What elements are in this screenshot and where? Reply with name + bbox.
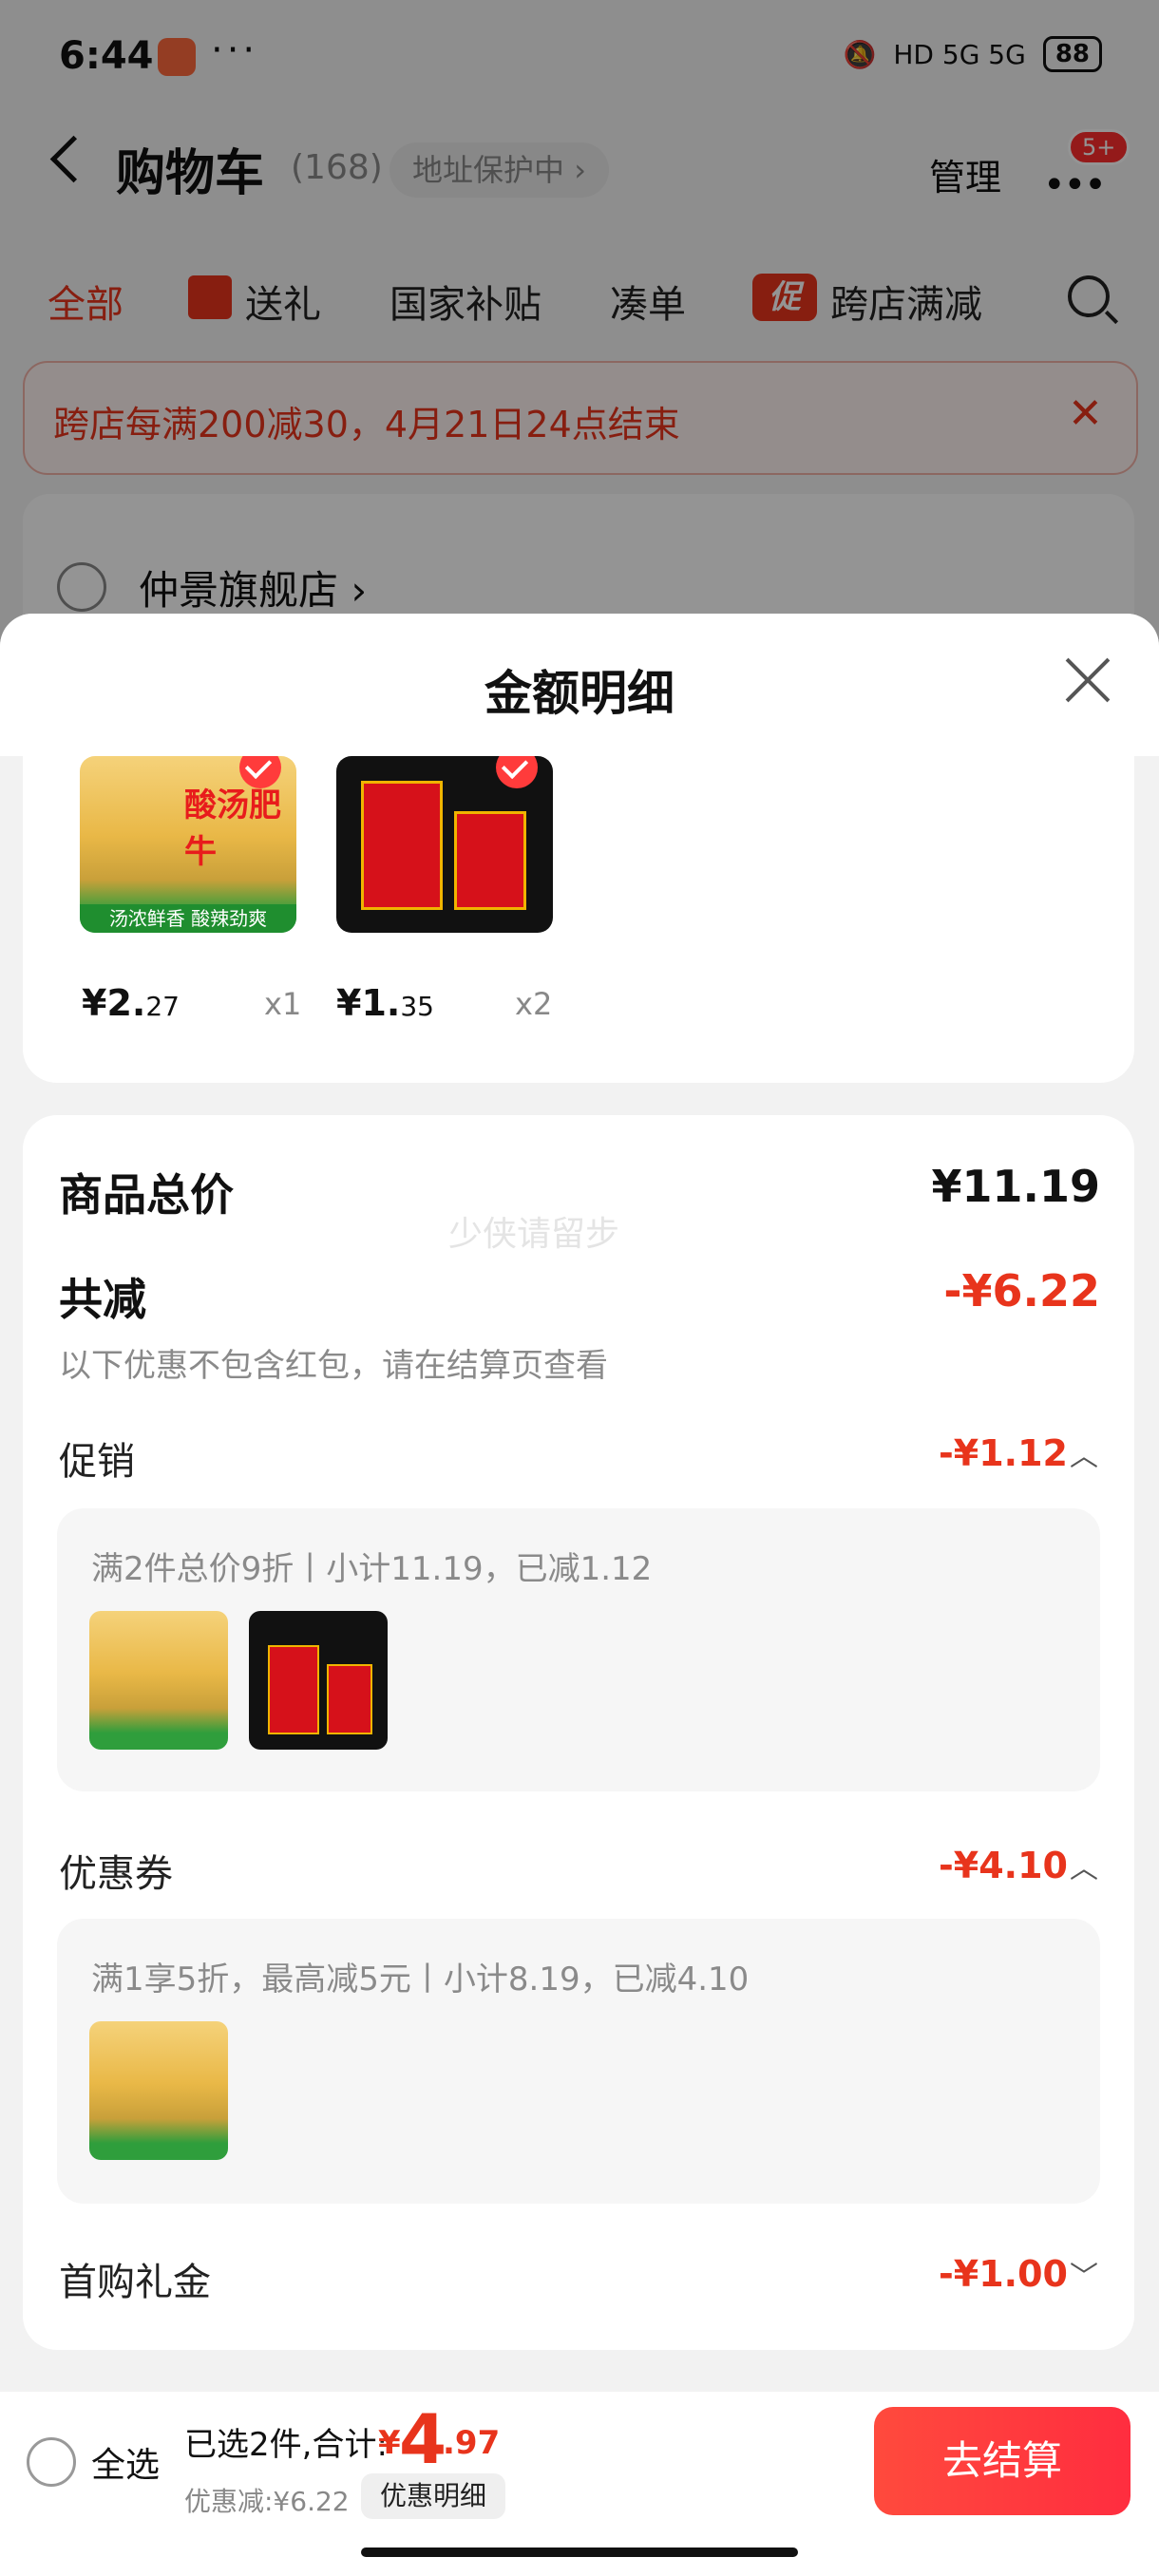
thumb-redpack [249, 1611, 388, 1750]
product-list-card: 酸汤肥牛 汤浓鲜香 酸辣劲爽 ¥2.27 x1 ¥1.35 x2 [23, 756, 1134, 1083]
coupon-label: 优惠券 [59, 1852, 173, 1896]
sheet-title: 金额明细 [484, 666, 674, 721]
promo-detail-box: 满2件总价9折丨小计11.19，已减1.12 [57, 1508, 1100, 1791]
product-image-label: 汤浓鲜香 酸辣劲爽 [80, 904, 296, 933]
first-gift-value: -¥1.00 [939, 2253, 1068, 2295]
promo-label: 促销 [59, 1440, 135, 1484]
thumb-soup [89, 2021, 228, 2160]
discount-detail-button[interactable]: 优惠明细 [361, 2473, 506, 2519]
promo-value: -¥1.12 [939, 1432, 1068, 1474]
product-qty: x2 [515, 986, 553, 1022]
select-all-checkbox[interactable] [27, 2437, 76, 2487]
coupon-detail-text: 满1享5折，最高减5元丨小计8.19，已减4.10 [91, 1960, 750, 1998]
first-gift-label: 首购礼金 [59, 2261, 211, 2304]
thumb-soup [89, 1611, 228, 1750]
product-price: ¥2.27 [82, 982, 180, 1024]
reduce-note: 以下优惠不包含红包，请在结算页查看 [59, 1347, 608, 1385]
chevron-up-icon[interactable]: ︿ [1070, 1432, 1098, 1474]
product-image-redpack[interactable] [336, 756, 553, 933]
product-image-soup[interactable]: 酸汤肥牛 汤浓鲜香 酸辣劲爽 [80, 756, 296, 933]
saving-text: 优惠减:¥6.22 [184, 2486, 350, 2517]
amount-summary-card: 少侠请留步 商品总价 ¥11.19 共减 -¥6.22 以下优惠不包含红包，请在… [23, 1115, 1134, 2350]
select-all-label[interactable]: 全选 [91, 2437, 160, 2487]
total-currency: ¥ [378, 2424, 401, 2462]
product-qty: x1 [264, 986, 302, 1022]
sheet-header: 金额明细 [0, 614, 1159, 756]
watermark: 少侠请留步 [448, 1215, 620, 1254]
coupon-value: -¥4.10 [939, 1845, 1068, 1886]
dim-overlay[interactable] [0, 0, 1159, 665]
reduce-value: -¥6.22 [943, 1265, 1100, 1316]
red-envelope-icon [361, 781, 443, 910]
product-name: 酸汤肥牛 [184, 786, 281, 871]
checked-icon [496, 756, 538, 788]
chevron-up-icon[interactable]: ︿ [1070, 1845, 1098, 1886]
promo-detail-text: 满2件总价9折丨小计11.19，已减1.12 [91, 1550, 653, 1588]
total-decimal: .97 [443, 2424, 501, 2462]
coupon-detail-box: 满1享5折，最高减5元丨小计8.19，已减4.10 [57, 1919, 1100, 2204]
chevron-down-icon[interactable]: ﹀ [1070, 2253, 1098, 2295]
red-envelope-icon [454, 811, 526, 910]
checkout-button[interactable]: 去结算 [874, 2407, 1130, 2515]
close-icon[interactable] [1064, 657, 1112, 705]
cart-page-background: 6:44 ··· 🔕 HD 5G 5G 88 购物车 (168) 地址保护中 ›… [0, 0, 1159, 684]
total-value: ¥11.19 [931, 1161, 1100, 1212]
selected-summary: 已选2件,合计: [184, 2426, 388, 2464]
reduce-label: 共减 [59, 1274, 146, 1325]
total-label: 商品总价 [59, 1169, 234, 1221]
amount-detail-sheet: 金额明细 酸汤肥牛 汤浓鲜香 酸辣劲爽 ¥2.27 x1 ¥1.35 x2 少侠… [0, 614, 1159, 2576]
product-price: ¥1.35 [336, 982, 434, 1024]
total-integer: 4 [399, 2399, 447, 2479]
home-indicator[interactable] [361, 2548, 798, 2557]
